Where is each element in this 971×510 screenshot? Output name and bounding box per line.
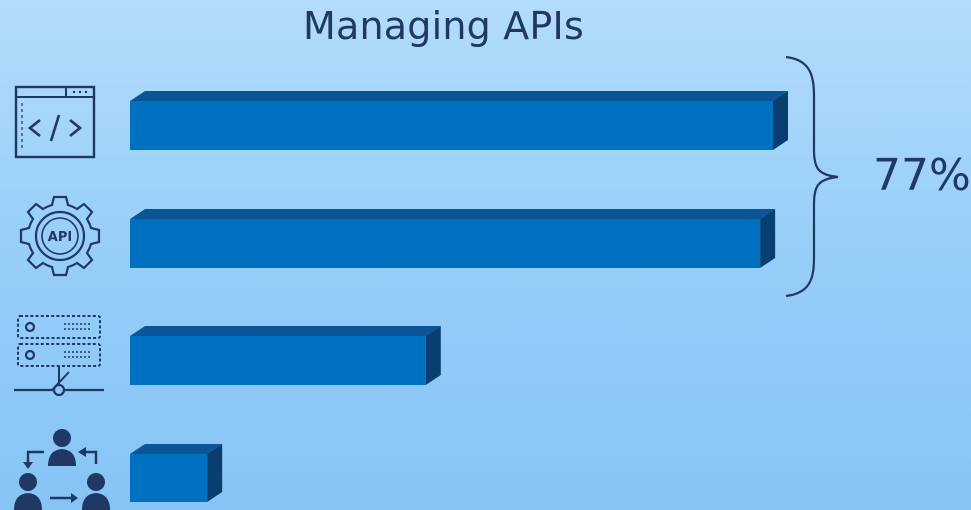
code-window-icon [14,85,96,159]
bar-3-top [130,326,441,336]
bar-1-side [773,91,788,150]
bar-chart [130,55,839,502]
svg-text:API: API [48,230,72,245]
server-network-icon [14,315,104,397]
bar-1-top [130,91,788,101]
bar-4-top [130,444,223,454]
bar-1 [130,91,788,150]
api-gear-icon: API [19,195,101,277]
bar-4 [130,444,223,502]
bar-4-side [207,444,223,502]
bar-1-front [130,101,773,150]
bracket [785,55,839,298]
bar-3-side [425,326,441,385]
bar-3 [130,326,441,385]
bar-2-front [130,219,761,268]
bar-2-top [130,209,776,219]
bar-2-side [760,209,776,268]
bar-4-front [130,454,208,502]
bar-2 [130,209,776,268]
bracket-percentage-label: 77% [873,150,971,201]
bar-3-front [130,336,426,385]
bars-group [130,91,788,502]
team-workflow-icon [14,429,110,510]
